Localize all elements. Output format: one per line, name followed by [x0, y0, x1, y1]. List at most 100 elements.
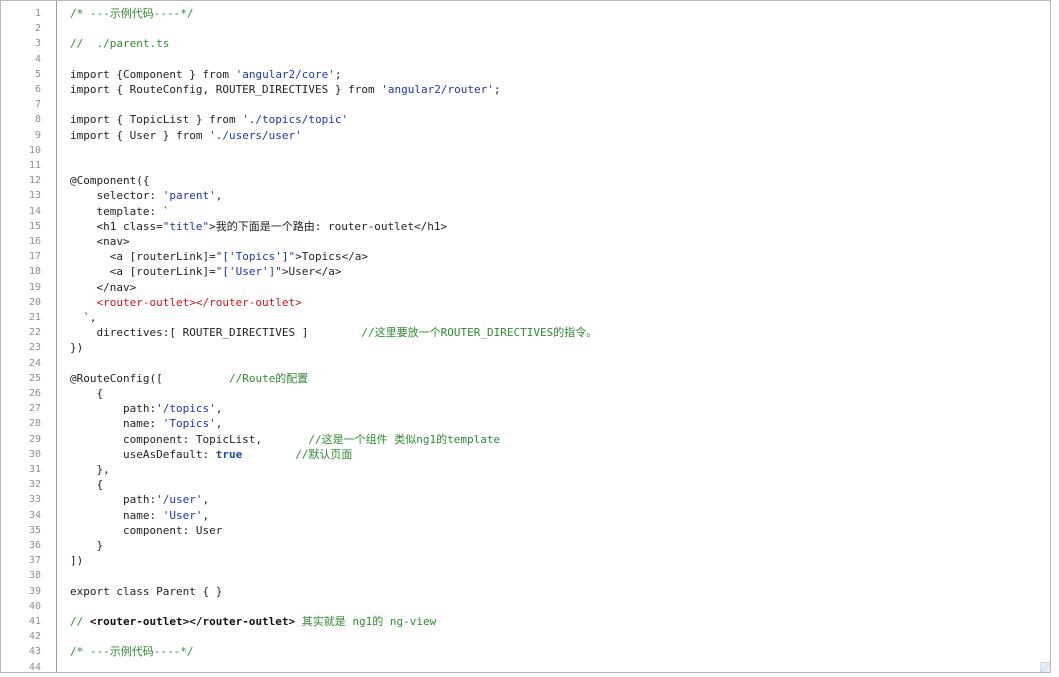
- code-line: name: 'User',: [70, 509, 209, 523]
- code-token-plain: useAsDefault:: [70, 447, 216, 461]
- code-token-plain: selector:: [70, 189, 163, 203]
- code-line: }): [70, 341, 83, 355]
- code-token-comment: //Route的配置: [228, 371, 309, 385]
- line-number: 28: [28, 418, 41, 430]
- line-number: 13: [28, 190, 41, 202]
- line-number: 15: [28, 220, 41, 232]
- code-token-plain: ]): [70, 554, 84, 568]
- line-number: 27: [28, 403, 41, 415]
- line-number: 6: [34, 84, 41, 95]
- code-token-string: "['Topics']": [215, 250, 296, 264]
- line-number: 41: [28, 616, 41, 627]
- code-token-plain: <nav>: [70, 235, 130, 248]
- code-token-string: './topics/topic': [242, 113, 349, 127]
- line-number: 20: [28, 296, 41, 308]
- code-line: }: [70, 539, 103, 553]
- code-line: {: [70, 478, 103, 492]
- code-token-string: "['User']": [215, 265, 282, 279]
- line-number: 25: [28, 372, 41, 384]
- code-token-string: "title": [162, 219, 210, 233]
- code-token-plain: {: [70, 387, 104, 400]
- code-token-plain: }): [70, 341, 84, 355]
- code-token-plain: @RouteConfig([: [70, 371, 229, 385]
- code-token-strong: <router-outlet></router-outlet>: [89, 615, 296, 628]
- code-token-string: 'parent': [162, 189, 216, 203]
- code-token-plain: }: [70, 539, 104, 552]
- line-number: 31: [28, 464, 41, 475]
- code-line: /* ---示例代码----*/: [70, 645, 193, 659]
- line-number: 44: [28, 661, 41, 673]
- code-token-comment: // ./parent.ts: [70, 37, 170, 51]
- code-line: path:'/user',: [70, 493, 209, 507]
- code-token-string: 'angular2/router': [381, 83, 494, 96]
- line-number: 32: [28, 479, 41, 491]
- line-number: 16: [28, 236, 41, 247]
- code-token-comment: //这是一个组件 类似ng1的template: [308, 432, 501, 446]
- code-line: selector: 'parent',: [70, 189, 222, 203]
- code-token-plain: ,: [215, 402, 223, 416]
- code-token-plain: <a [routerLink]=: [70, 250, 216, 264]
- line-number: 19: [28, 281, 41, 293]
- code-line: <a [routerLink]="['User']">User</a>: [70, 265, 342, 279]
- code-line: <h1 class="title">我的下面是一个路由: router-outl…: [70, 220, 447, 234]
- code-token-plain: ,: [202, 508, 210, 522]
- code-token-string: '/topics': [156, 402, 216, 416]
- code-line: import { RouteConfig, ROUTER_DIRECTIVES …: [70, 83, 500, 97]
- line-number: 38: [28, 570, 41, 582]
- code-token-plain: import { TopicList } from: [70, 113, 243, 127]
- line-number: 26: [28, 388, 41, 399]
- code-token-plain: {: [70, 478, 104, 492]
- code-token-string: '/user': [156, 493, 203, 507]
- code-token-plain: ,: [215, 417, 223, 431]
- code-token-comment: //这里要放一个ROUTER_DIRECTIVES的指令。: [361, 326, 598, 340]
- code-line: import { TopicList } from './topics/topi…: [70, 113, 348, 127]
- code-line: {: [70, 387, 103, 401]
- code-area: /* ---示例代码----*/ // ./parent.ts import {Co…: [58, 1, 1050, 672]
- line-number: 21: [28, 312, 41, 323]
- code-line: component: User: [70, 524, 222, 538]
- line-number: 10: [28, 144, 41, 156]
- line-number: 5: [34, 68, 41, 80]
- code-token-plain: path:: [70, 402, 157, 416]
- code-line: /* ---示例代码----*/: [70, 7, 193, 21]
- code-token-plain: import { RouteConfig, ROUTER_DIRECTIVES …: [70, 83, 382, 96]
- line-number: 18: [28, 266, 41, 278]
- line-number: 30: [28, 448, 41, 460]
- code-line: <nav>: [70, 235, 130, 249]
- code-token-plain: template: `: [70, 204, 170, 218]
- code-token-string: './users/user': [209, 128, 302, 142]
- code-token-plain: ;: [334, 67, 342, 81]
- code-line: },: [70, 463, 109, 477]
- code-token-plain: ;: [493, 83, 501, 96]
- code-token-comment: /* ---示例代码----*/: [70, 645, 194, 659]
- resize-grip[interactable]: [1040, 662, 1050, 672]
- code-token-plain: <a [routerLink]=: [70, 265, 216, 279]
- code-token-plain: component: User: [70, 523, 223, 537]
- code-line: directives:[ ROUTER_DIRECTIVES ] //这里要放一…: [70, 326, 597, 340]
- code-token-plain: export class Parent { }: [70, 584, 223, 598]
- line-number: 24: [28, 357, 41, 369]
- code-line: @Component({: [70, 174, 149, 188]
- line-number: 17: [28, 251, 41, 263]
- code-token-comment: /* ---示例代码----*/: [70, 7, 194, 20]
- line-number: 7: [34, 99, 41, 111]
- line-number: 29: [28, 433, 41, 445]
- code-line: ]): [70, 554, 83, 568]
- code-line: // <router-outlet></router-outlet> 其实就是 …: [70, 615, 436, 629]
- code-token-plain: >Topics</a>: [295, 250, 369, 264]
- code-line: <a [routerLink]="['Topics']">Topics</a>: [70, 250, 368, 264]
- line-number: 36: [28, 540, 41, 551]
- code-token-plain: ,: [202, 493, 210, 507]
- code-token-keyword: true: [215, 447, 243, 461]
- code-line: template: `: [70, 205, 169, 219]
- code-token-plain: @Component({: [70, 174, 150, 188]
- code-token-string: 'Topics': [162, 417, 216, 431]
- line-number: 42: [28, 631, 41, 643]
- code-line: `,: [70, 311, 96, 325]
- line-number: 33: [28, 494, 41, 506]
- code-token-plain: import {Component } from: [70, 67, 236, 81]
- code-line: <router-outlet></router-outlet>: [70, 296, 301, 310]
- line-number: 9: [34, 129, 41, 141]
- line-number: 40: [28, 600, 41, 612]
